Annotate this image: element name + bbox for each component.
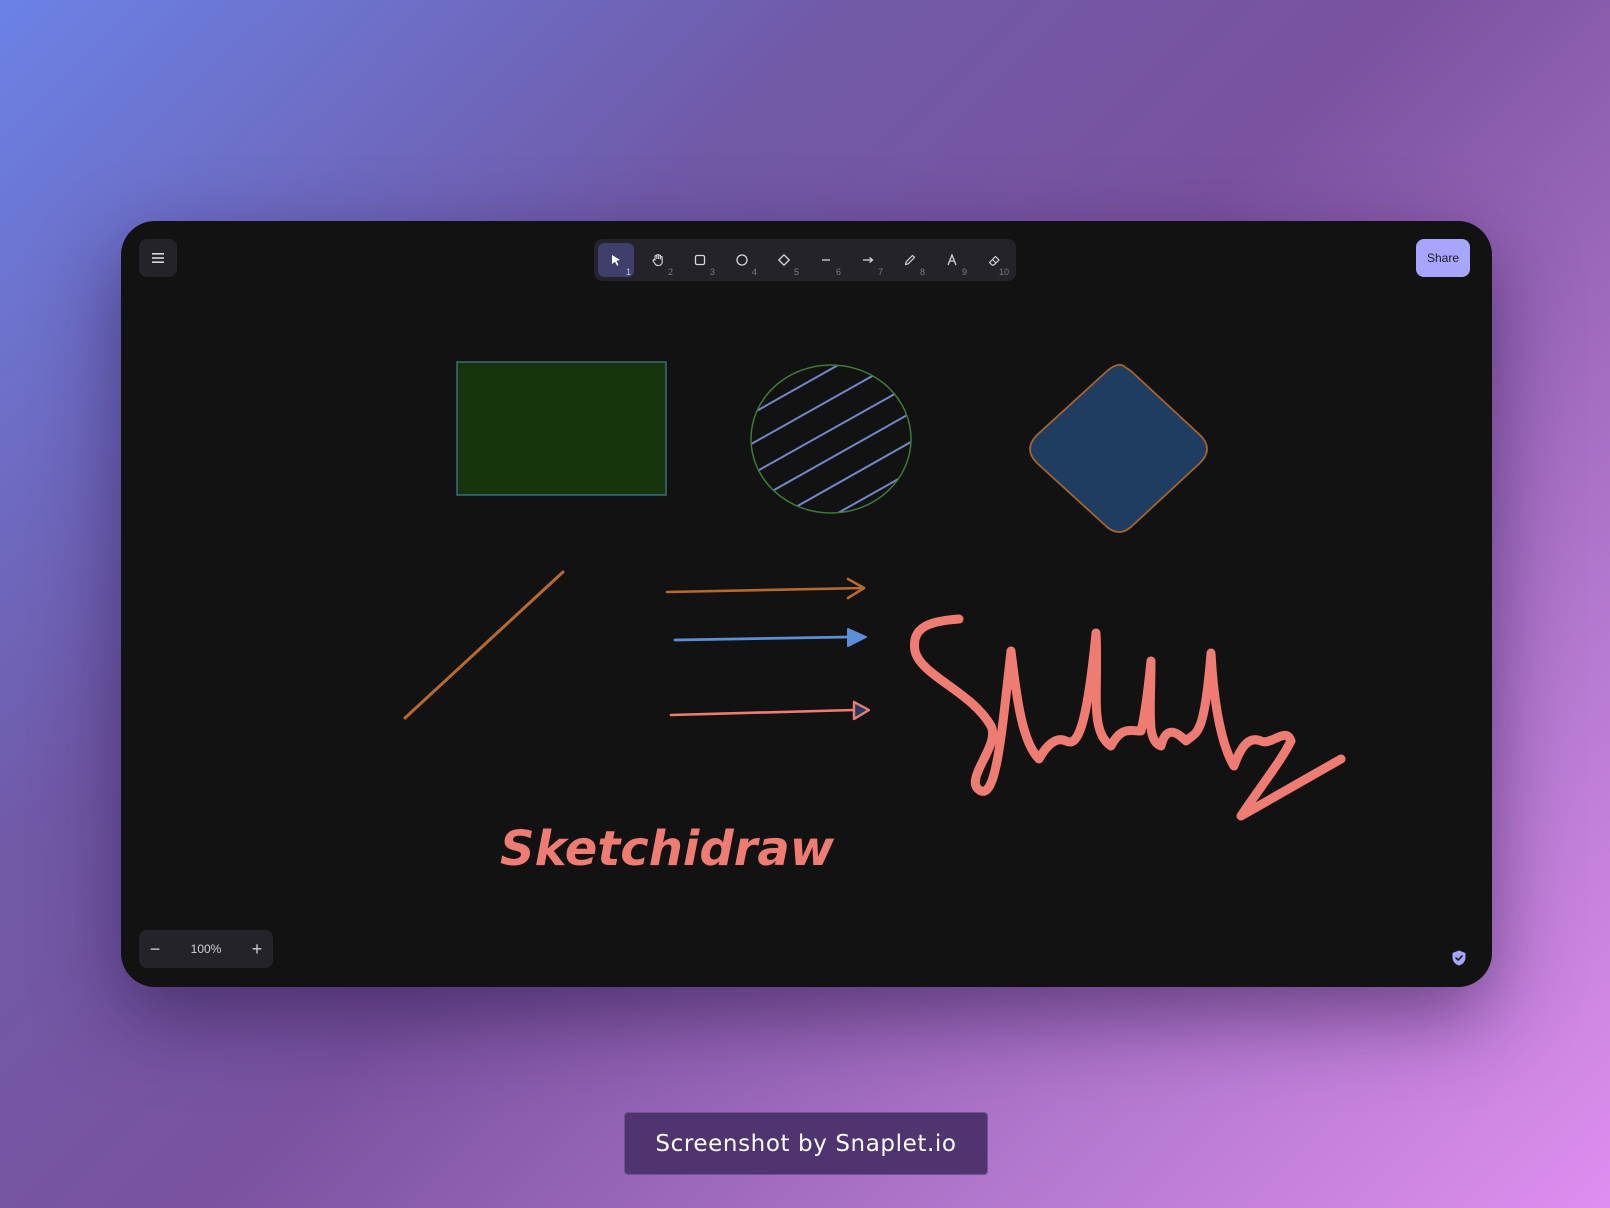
- eraser-icon: [988, 255, 1000, 266]
- line-icon: [822, 259, 830, 261]
- tool-key: 5: [793, 267, 799, 277]
- screenshot-credit: Screenshot by Snaplet.io: [624, 1112, 988, 1175]
- app-window: Sketchidraw 1 2 3 4 5 6 7 8 9 10 Share −…: [121, 221, 1492, 987]
- tool-key: 9: [961, 267, 967, 277]
- tool-ellipse[interactable]: 4: [724, 243, 760, 277]
- zoom-in-button[interactable]: +: [241, 930, 273, 968]
- rectangle-icon: [694, 254, 706, 266]
- tool-eraser[interactable]: 10: [976, 243, 1012, 277]
- tool-key: 2: [667, 267, 673, 277]
- text-icon: [947, 253, 957, 266]
- zoom-level[interactable]: 100%: [171, 942, 241, 956]
- cursor-icon: [612, 255, 620, 266]
- hamburger-icon: [152, 253, 164, 263]
- tool-selection[interactable]: 1: [598, 243, 634, 277]
- orange-arrow[interactable]: [665, 577, 866, 600]
- pencil-icon: [904, 254, 916, 266]
- zoom-controls: − 100% +: [139, 930, 273, 968]
- main-menu-button[interactable]: [139, 239, 177, 277]
- blue-diamond[interactable]: [1029, 363, 1208, 533]
- blue-arrow[interactable]: [673, 628, 867, 647]
- freehand-scribble[interactable]: [910, 614, 1346, 821]
- shield-check-icon[interactable]: [1450, 949, 1468, 967]
- drawing-canvas[interactable]: Sketchidraw: [121, 221, 1492, 987]
- arrow-icon: [863, 257, 874, 263]
- tool-key: 4: [751, 267, 757, 277]
- diamond-icon: [778, 254, 790, 266]
- tool-key: 1: [625, 267, 631, 277]
- tool-arrow[interactable]: 7: [850, 243, 886, 277]
- sketchidraw-text[interactable]: Sketchidraw: [500, 821, 835, 877]
- tool-key: 3: [709, 267, 715, 277]
- zoom-out-button[interactable]: −: [139, 930, 171, 968]
- share-button[interactable]: Share: [1416, 239, 1470, 277]
- hatched-ellipse[interactable]: [721, 311, 941, 531]
- tool-rectangle[interactable]: 3: [682, 243, 718, 277]
- tool-text[interactable]: 9: [934, 243, 970, 277]
- circle-icon: [736, 254, 748, 266]
- orange-line[interactable]: [403, 570, 565, 720]
- tool-draw[interactable]: 8: [892, 243, 928, 277]
- tool-line[interactable]: 6: [808, 243, 844, 277]
- tool-diamond[interactable]: 5: [766, 243, 802, 277]
- tool-key: 8: [919, 267, 925, 277]
- hand-icon: [652, 254, 663, 267]
- tools-toolbar: 1 2 3 4 5 6 7 8 9 10: [594, 239, 1016, 281]
- green-rectangle[interactable]: [456, 361, 667, 496]
- salmon-arrow[interactable]: [669, 700, 871, 721]
- tool-key: 7: [877, 267, 883, 277]
- tool-key: 10: [998, 267, 1009, 277]
- tool-key: 6: [835, 267, 841, 277]
- tool-hand[interactable]: 2: [640, 243, 676, 277]
